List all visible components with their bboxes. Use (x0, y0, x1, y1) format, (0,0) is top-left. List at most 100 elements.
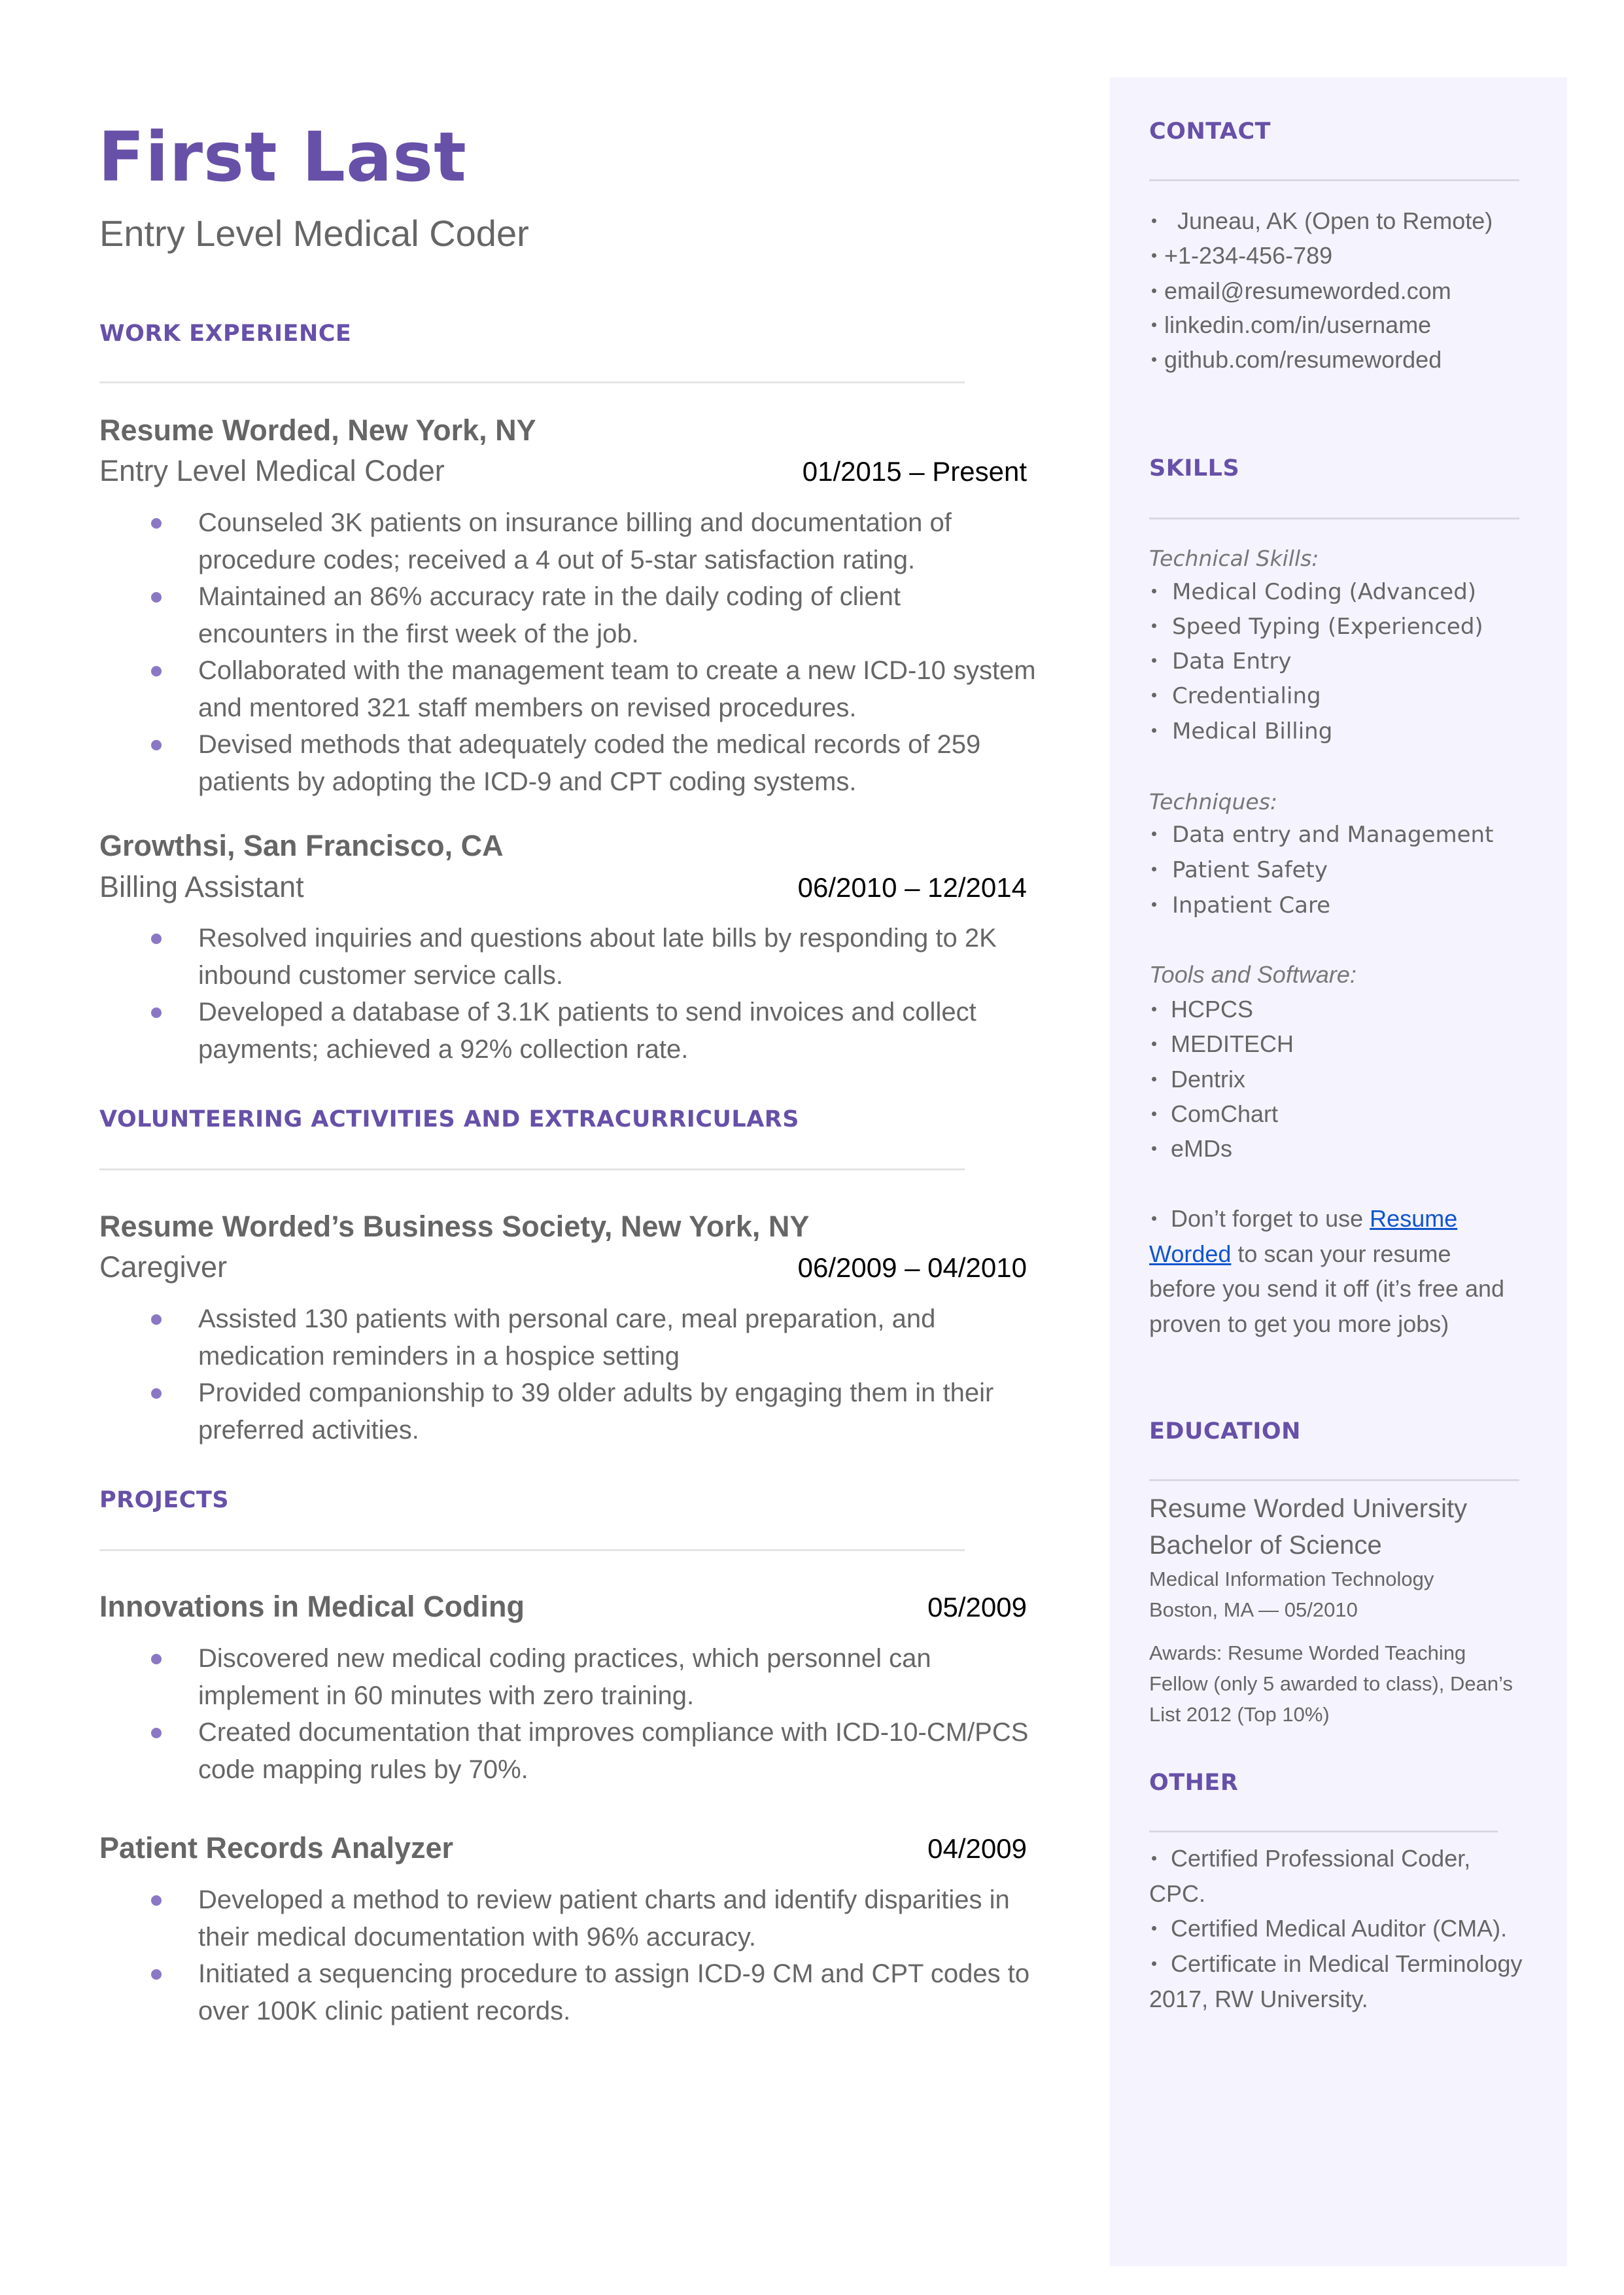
bullet-dot-icon (151, 1388, 162, 1399)
job-dates: 01/2015 – Present (802, 456, 1027, 487)
volunteer-bullets: Assisted 130 patients with personal care… (147, 1301, 1036, 1448)
bullet-dot-icon (1152, 1006, 1156, 1011)
other-item: Certificate in Medical Terminology 2017,… (1149, 1950, 1523, 2012)
job-organization: Resume Worded, New York, NY (99, 413, 536, 447)
bullet-dot-icon (151, 518, 162, 529)
skill-group-label: Technical Skills: (1149, 546, 1319, 571)
bullet-item: Devised methods that adequately coded th… (147, 726, 1036, 800)
bullet-dot-icon (1152, 1926, 1156, 1931)
bullet-dot-icon (151, 1654, 162, 1664)
skill-item: MEDITECH (1149, 1026, 1294, 1061)
bullet-dot-icon (1152, 693, 1156, 697)
contact-location: Juneau, AK (Open to Remote) (1149, 203, 1493, 238)
other-item: Certified Medical Auditor (CMA). (1149, 1911, 1529, 1946)
bullet-dot-icon (1152, 322, 1156, 327)
contact-email: email@resumeworded.com (1149, 273, 1451, 308)
skill-item: Credentialing (1149, 679, 1321, 714)
contact-linkedin: linkedin.com/in/username (1149, 307, 1431, 342)
bullet-dot-icon (1152, 728, 1156, 733)
section-divider (99, 381, 965, 383)
bullet-item: Developed a method to review patient cha… (147, 1882, 1036, 1955)
job-role-row: Entry Level Medical Coder 01/2015 – Pres… (99, 453, 1027, 490)
skill-group-label: Tools and Software: (1149, 961, 1356, 988)
education-awards: Awards: Resume Worded Teaching Fellow (o… (1149, 1641, 1513, 1726)
skill-item: ComChart (1149, 1096, 1278, 1131)
bullet-dot-icon (151, 740, 162, 750)
bullet-dot-icon (1152, 623, 1156, 628)
skill-item: Medical Coding (Advanced) (1149, 575, 1476, 610)
education-location-date: Boston, MA — 05/2010 (1149, 1598, 1358, 1621)
bullet-item: Provided companionship to 39 older adult… (147, 1375, 1036, 1448)
bullet-dot-icon (1152, 832, 1156, 836)
project-name: Innovations in Medical Coding (99, 1590, 525, 1623)
section-divider (1149, 1479, 1519, 1481)
volunteer-role-row: Caregiver 06/2009 – 04/2010 (99, 1249, 1027, 1286)
contact-github: github.com/resumeworded (1149, 342, 1442, 377)
bullet-dot-icon (1152, 357, 1156, 362)
education-degree: Bachelor of Science (1149, 1531, 1382, 1560)
bullet-dot-icon (1152, 1041, 1156, 1046)
bullet-item: Counseled 3K patients on insurance billi… (147, 504, 1036, 578)
bullet-dot-icon (151, 1314, 162, 1325)
bullet-dot-icon (1152, 589, 1156, 593)
bullet-item: Maintained an 86% accuracy rate in the d… (147, 578, 1036, 652)
bullet-item: Collaborated with the management team to… (147, 652, 1036, 726)
bullet-dot-icon (1152, 658, 1156, 663)
section-divider (1149, 1831, 1498, 1832)
job-dates: 06/2010 – 12/2014 (797, 872, 1027, 903)
skill-item: eMDs (1149, 1131, 1232, 1166)
candidate-headline: Entry Level Medical Coder (99, 213, 529, 254)
bullet-dot-icon (1152, 1961, 1156, 1967)
section-title-skills: SKILLS (1149, 455, 1240, 482)
volunteer-role: Caregiver (99, 1250, 228, 1284)
bullet-dot-icon (1152, 218, 1156, 223)
bullet-item: Created documentation that improves comp… (147, 1714, 1036, 1788)
resume-worded-tip: Don’t forget to use Resume Worded to sca… (1149, 1205, 1505, 1337)
skill-group-label: Techniques: (1149, 789, 1278, 815)
job-role: Billing Assistant (99, 870, 304, 903)
bullet-item: Resolved inquiries and questions about l… (147, 920, 1036, 994)
section-title-education: EDUCATION (1149, 1418, 1301, 1445)
bullet-dot-icon (151, 666, 162, 676)
project-bullets: Discovered new medical coding practices,… (147, 1640, 1036, 1788)
bullet-dot-icon (151, 1895, 162, 1906)
bullet-item: Discovered new medical coding practices,… (147, 1640, 1036, 1714)
bullet-dot-icon (151, 1728, 162, 1738)
section-divider (99, 1549, 965, 1551)
section-title-work-experience: WORK EXPERIENCE (99, 321, 352, 347)
bullet-item: Assisted 130 patients with personal care… (147, 1301, 1036, 1375)
bullet-dot-icon (1152, 253, 1156, 258)
skill-item: Medical Billing (1149, 714, 1332, 749)
section-title-volunteering: VOLUNTEERING ACTIVITIES AND EXTRACURRICU… (99, 1106, 799, 1132)
candidate-name: First Last (98, 117, 467, 197)
project-name: Patient Records Analyzer (99, 1831, 454, 1865)
skill-item: Inpatient Care (1149, 888, 1330, 923)
section-divider (1149, 179, 1519, 181)
bullet-dot-icon (151, 1007, 162, 1018)
education-school: Resume Worded University (1149, 1494, 1468, 1523)
volunteer-dates: 06/2009 – 04/2010 (797, 1252, 1027, 1283)
bullet-dot-icon (1152, 288, 1156, 293)
skill-item: Data Entry (1149, 644, 1291, 679)
section-divider (99, 1168, 965, 1170)
section-title-other: OTHER (1149, 1770, 1239, 1796)
bullet-dot-icon (1152, 1216, 1156, 1221)
bullet-dot-icon (151, 934, 162, 944)
job-bullets: Resolved inquiries and questions about l… (147, 920, 1036, 1068)
project-header-row: Patient Records Analyzer 04/2009 (99, 1830, 1027, 1867)
job-role: Entry Level Medical Coder (99, 454, 445, 487)
bullet-item: Initiated a sequencing procedure to assi… (147, 1955, 1036, 2029)
job-bullets: Counseled 3K patients on insurance billi… (147, 504, 1036, 800)
bullet-item: Developed a database of 3.1K patients to… (147, 994, 1036, 1068)
bullet-dot-icon (1152, 1111, 1156, 1116)
education-field: Medical Information Technology (1149, 1568, 1434, 1590)
job-organization: Growthsi, San Francisco, CA (99, 829, 504, 862)
project-date: 04/2009 (927, 1833, 1027, 1864)
bullet-dot-icon (1152, 1076, 1156, 1081)
skill-item: Speed Typing (Experienced) (1149, 610, 1483, 644)
section-divider (1149, 517, 1519, 519)
project-date: 05/2009 (927, 1592, 1027, 1622)
other-list: Certified Professional Coder, CPC. Certi… (1149, 1841, 1529, 2017)
contact-phone: +1-234-456-789 (1149, 238, 1332, 273)
skill-item: Data entry and Management (1149, 818, 1493, 852)
